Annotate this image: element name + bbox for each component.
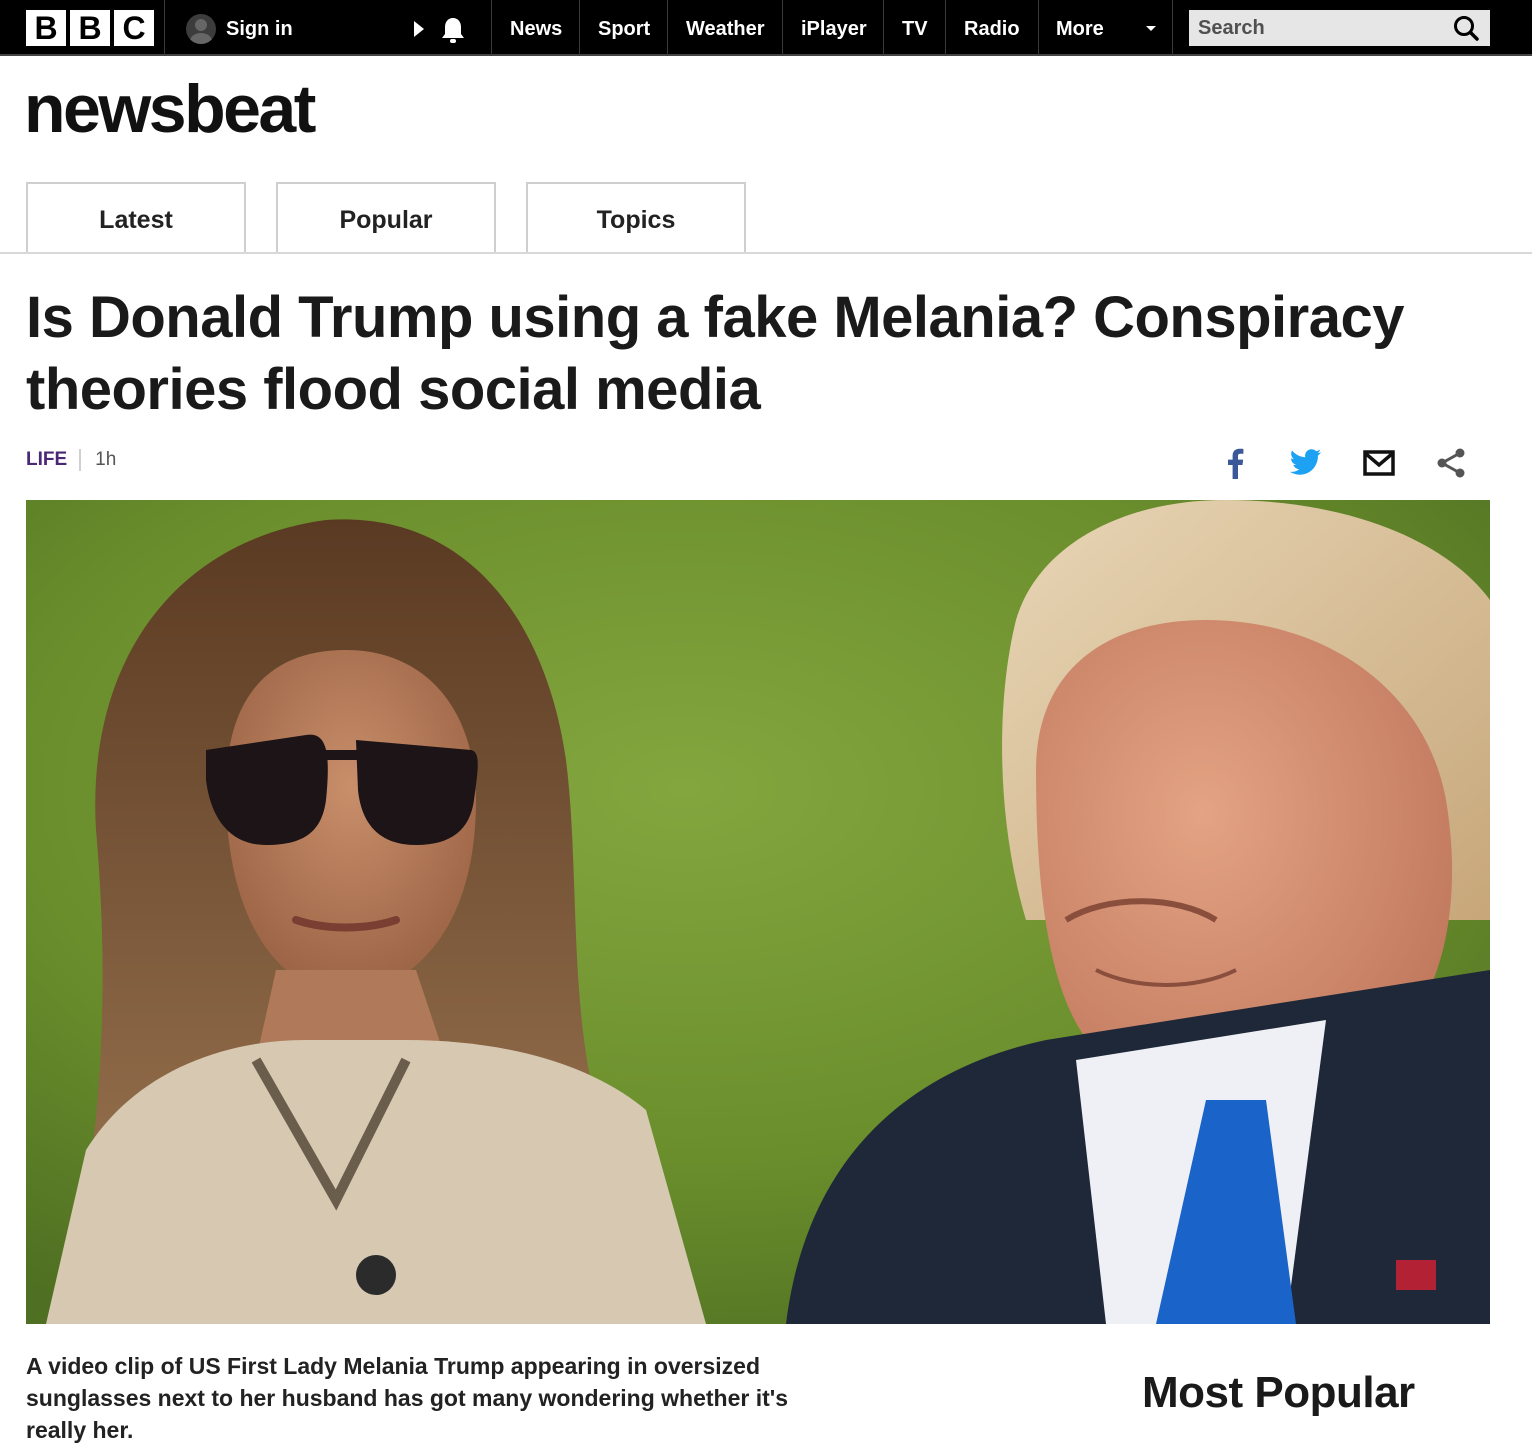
sign-in-label: Sign in: [226, 17, 293, 40]
facebook-share-button[interactable]: [1218, 446, 1252, 480]
chevron-down-icon[interactable]: [1146, 26, 1156, 31]
divider: [79, 449, 82, 471]
category-link[interactable]: LIFE: [26, 449, 67, 471]
nav-weather[interactable]: Weather: [686, 0, 765, 56]
search-input[interactable]: [1189, 10, 1439, 46]
divider: [1038, 0, 1039, 56]
photo-melania-and-donald-trump: [26, 500, 1490, 1324]
search-icon[interactable]: [1440, 10, 1490, 46]
divider: [164, 0, 165, 56]
twitter-share-button[interactable]: [1289, 446, 1323, 480]
nav-tv[interactable]: TV: [902, 0, 928, 56]
divider: [667, 0, 668, 56]
tab-topics[interactable]: Topics: [526, 182, 746, 254]
article-headline: Is Donald Trump using a fake Melania? Co…: [26, 285, 1405, 422]
facebook-icon: [1228, 448, 1244, 479]
email-share-button[interactable]: [1362, 446, 1396, 480]
nav-iplayer[interactable]: iPlayer: [801, 0, 867, 56]
nav-radio[interactable]: Radio: [964, 0, 1020, 56]
timestamp: 1h: [95, 449, 117, 470]
share-icon: [1437, 448, 1465, 478]
bbc-global-nav: B B C Sign in News Sport Weather iPlayer…: [0, 0, 1532, 56]
nav-news[interactable]: News: [510, 0, 562, 56]
section-tabs: Latest Popular Topics: [26, 182, 746, 254]
share-button[interactable]: [1434, 446, 1468, 480]
twitter-icon: [1290, 449, 1321, 475]
most-popular-heading: Most Popular: [1142, 1368, 1415, 1417]
tabs-divider: [0, 252, 1532, 254]
email-icon: [1363, 450, 1395, 476]
bbc-logo-letter: C: [114, 10, 154, 46]
notifications-bell-icon[interactable]: [440, 16, 466, 44]
newsbeat-logo[interactable]: newsbeat: [24, 70, 316, 148]
divider: [945, 0, 946, 56]
divider: [491, 0, 492, 56]
nav-sport[interactable]: Sport: [598, 0, 650, 56]
nav-more[interactable]: More: [1056, 0, 1104, 56]
article-summary: A video clip of US First Lady Melania Tr…: [26, 1353, 789, 1443]
tab-latest[interactable]: Latest: [26, 182, 246, 254]
divider: [883, 0, 884, 56]
user-icon: [186, 14, 216, 44]
tab-popular[interactable]: Popular: [276, 182, 496, 254]
sign-in-link[interactable]: Sign in: [186, 14, 293, 44]
divider: [1172, 0, 1173, 56]
search-box: [1189, 10, 1490, 46]
divider: [782, 0, 783, 56]
article-hero-image: [26, 500, 1490, 1324]
bbc-logo-letter: B: [70, 10, 110, 46]
divider: [579, 0, 580, 56]
play-icon[interactable]: [414, 21, 424, 37]
article-meta: LIFE 1h: [26, 447, 116, 473]
bbc-logo[interactable]: B B C: [26, 10, 154, 46]
bbc-logo-letter: B: [26, 10, 66, 46]
